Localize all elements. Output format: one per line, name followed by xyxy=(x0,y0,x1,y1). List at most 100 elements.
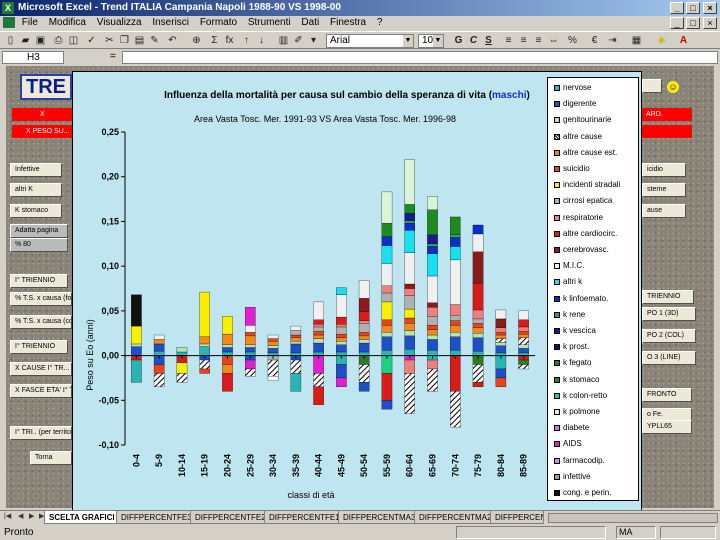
font-name-select[interactable]: Arial ▼ xyxy=(326,34,414,48)
tab-diffpercentma3[interactable]: DIFFPERCENTMA3 xyxy=(338,511,421,524)
close-button[interactable]: × xyxy=(703,2,717,14)
altre-cause-button[interactable]: ause xyxy=(642,204,686,218)
k-stomaco-button[interactable]: K stomaco xyxy=(10,204,62,218)
suicidio-button[interactable]: icidio xyxy=(642,163,686,177)
triennio-right-button[interactable]: TRIENNIO xyxy=(642,290,694,304)
confronto-button[interactable]: FRONTO xyxy=(642,388,692,402)
per-cause-button[interactable]: X CAUSE I° TR... xyxy=(10,362,72,376)
cut-icon[interactable]: ✂ xyxy=(103,35,116,47)
per-territorio-button[interactable]: I° TRI.. (per territori... xyxy=(10,426,72,440)
tipo-2-col-button[interactable]: PO 2 (COL) xyxy=(642,329,696,343)
bar-segment xyxy=(472,350,484,356)
euro-icon[interactable]: € xyxy=(588,35,601,47)
open-icon[interactable]: ▰ xyxy=(19,35,32,47)
function-icon[interactable]: fx xyxy=(223,35,236,47)
preview-icon[interactable]: ◫ xyxy=(67,35,80,47)
autosum-icon[interactable]: Σ xyxy=(208,35,221,47)
altri-k-button[interactable]: altri K xyxy=(10,183,62,197)
chart-legend: nervose digerente genitourinarie altre caus… xyxy=(547,77,639,501)
tab-diffpercentfe2[interactable]: DIFFPERCENTFE2 xyxy=(190,511,271,524)
align-center-icon[interactable]: ≡ xyxy=(517,35,530,47)
right-red-option-2[interactable] xyxy=(642,125,692,138)
bar-segment xyxy=(518,337,529,345)
workbook-icon[interactable] xyxy=(3,16,15,28)
doc-close-button[interactable]: × xyxy=(703,17,717,29)
maximize-button[interactable]: □ xyxy=(686,2,700,14)
esterne-button[interactable]: sterne xyxy=(642,183,686,197)
format-painter-icon[interactable]: ✎ xyxy=(148,35,161,47)
zoom-icon[interactable]: ▾ xyxy=(307,35,320,47)
name-box[interactable]: H3 xyxy=(2,51,64,64)
menu-visualizza[interactable]: Visualizza xyxy=(97,17,142,28)
right-button-top[interactable] xyxy=(642,79,662,93)
chart-wizard-icon[interactable]: ▥ xyxy=(277,35,290,47)
first-sheet-icon[interactable]: |◀ xyxy=(4,512,11,520)
right-red-option-1[interactable]: ARD. xyxy=(642,108,692,121)
triennio-button-2[interactable]: I° TRIENNIO xyxy=(10,340,68,354)
formula-input[interactable] xyxy=(122,51,718,64)
bar-segment-negative xyxy=(427,359,438,370)
torna-button[interactable]: Torna xyxy=(30,451,72,465)
drawing-icon[interactable]: ✐ xyxy=(292,35,305,47)
borders-icon[interactable]: ▦ xyxy=(630,35,643,47)
minimize-button[interactable]: _ xyxy=(670,2,684,14)
menu-finestra[interactable]: Finestra xyxy=(330,17,366,28)
tipo-3-line-button[interactable]: O 3 (LINE) xyxy=(642,351,696,365)
tipo-1-3d-button[interactable]: PO 1 (3D) xyxy=(642,307,696,321)
sort-desc-icon[interactable]: ↓ xyxy=(255,35,268,47)
align-left-icon[interactable]: ≡ xyxy=(502,35,515,47)
chart-area[interactable]: Influenza della mortalità per causa sul … xyxy=(72,71,642,511)
font-color-icon[interactable]: A xyxy=(677,35,690,47)
legend-item: respiratorie xyxy=(548,210,638,226)
tab-diffpercentfe1[interactable]: DIFFPERCENTFE1 xyxy=(264,511,345,524)
underline-button[interactable]: S xyxy=(482,35,495,47)
indent-icon[interactable]: ⇥ xyxy=(606,35,619,47)
menu-help[interactable]: ? xyxy=(377,17,383,28)
ts-per-cause-for-button[interactable]: % T.S. x causa (for... xyxy=(10,292,72,306)
spelling-icon[interactable]: ✓ xyxy=(85,35,98,47)
legend-swatch xyxy=(554,409,560,415)
font-size-select[interactable]: 10 ▼ xyxy=(418,34,444,48)
tab-diffpercent[interactable]: DIFFPERCENT xyxy=(490,511,544,524)
sort-asc-icon[interactable]: ↑ xyxy=(240,35,253,47)
doc-minimize-button[interactable]: _ xyxy=(670,17,684,29)
menu-dati[interactable]: Dati xyxy=(301,17,319,28)
horizontal-scrollbar[interactable] xyxy=(548,513,718,523)
tab-scelta-grafici[interactable]: SCELTA GRAFICI xyxy=(44,511,120,524)
red-option-2[interactable]: X PESO SU... xyxy=(12,125,74,138)
prev-sheet-icon[interactable]: ◀ xyxy=(18,512,23,520)
bar-segment-negative xyxy=(427,368,438,392)
print-icon[interactable]: ⎙ xyxy=(52,35,65,47)
legend-label: k polmone xyxy=(563,407,600,416)
infettive-button[interactable]: Infettive xyxy=(10,163,62,177)
bold-button[interactable]: G xyxy=(452,35,465,47)
per-fasce-eta-button[interactable]: X FASCE ETA' I° T... xyxy=(10,384,72,398)
doc-restore-button[interactable]: □ xyxy=(686,17,700,29)
hyperlink-icon[interactable]: ⊕ xyxy=(190,35,203,47)
ts-per-cause-co-button[interactable]: % T.S. x causa (co... xyxy=(10,315,72,329)
next-sheet-icon[interactable]: ▶ xyxy=(29,512,34,520)
menu-file[interactable]: File xyxy=(22,17,38,28)
tab-diffpercentma2[interactable]: DIFFPERCENTMA2 xyxy=(414,511,497,524)
new-icon[interactable]: ▯ xyxy=(4,35,17,47)
fill-color-icon[interactable]: ◈ xyxy=(655,35,668,47)
paste-icon[interactable]: ▤ xyxy=(133,35,146,47)
triennio-button-1[interactable]: I° TRIENNIO xyxy=(10,274,68,288)
merge-center-icon[interactable]: ⇔ xyxy=(547,35,560,47)
undo-icon[interactable]: ↶ xyxy=(166,35,179,47)
copy-icon[interactable]: ❐ xyxy=(118,35,131,47)
red-option-1[interactable]: X xyxy=(12,108,74,121)
italic-button[interactable]: C xyxy=(467,35,480,47)
menu-strumenti[interactable]: Strumenti xyxy=(248,17,291,28)
ypll65-button[interactable]: YPLL65 xyxy=(642,420,692,434)
menu-formato[interactable]: Formato xyxy=(200,17,237,28)
menu-inserisci[interactable]: Inserisci xyxy=(152,17,189,28)
menu-modifica[interactable]: Modifica xyxy=(49,17,86,28)
bar-segment xyxy=(450,320,461,326)
chevron-down-icon: ▼ xyxy=(433,35,443,47)
percent-icon[interactable]: % xyxy=(566,35,579,47)
tab-diffpercentfe3[interactable]: DIFFPERCENTFE3 xyxy=(116,511,197,524)
save-icon[interactable]: ▣ xyxy=(34,35,47,47)
align-right-icon[interactable]: ≡ xyxy=(532,35,545,47)
zoom-percent[interactable]: % 80 xyxy=(10,238,68,252)
